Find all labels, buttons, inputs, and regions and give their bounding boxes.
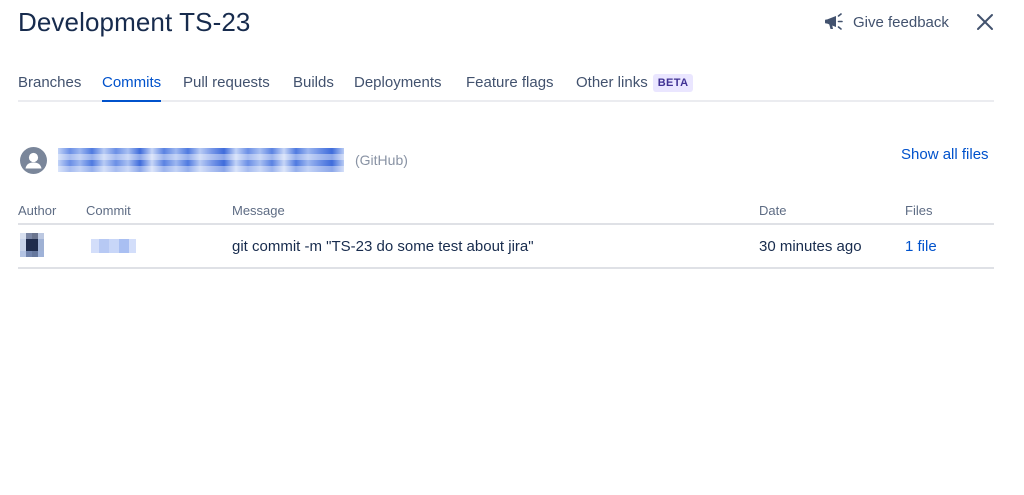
- tab-pull-requests[interactable]: Pull requests: [183, 74, 270, 100]
- files-link[interactable]: 1 file: [905, 238, 937, 255]
- commits-table: Author Commit Message Date Files git com…: [18, 200, 994, 269]
- show-all-files-link[interactable]: Show all files: [901, 146, 989, 163]
- tab-builds[interactable]: Builds: [293, 74, 334, 100]
- megaphone-icon: [824, 12, 846, 32]
- page-title: Development TS-23: [18, 7, 251, 37]
- author-avatar: [20, 233, 44, 257]
- column-header-date: Date: [759, 203, 787, 218]
- tab-branches[interactable]: Branches: [18, 74, 81, 100]
- tab-label: Branches: [18, 74, 82, 91]
- tab-label: Deployments: [354, 74, 442, 91]
- repository-name-link[interactable]: [58, 148, 344, 172]
- tab-other-links[interactable]: Other links BETA: [576, 74, 694, 100]
- tab-deployments[interactable]: Deployments: [354, 74, 442, 100]
- user-avatar-icon: [20, 147, 47, 174]
- tab-label: Other links: [576, 74, 648, 91]
- beta-badge: BETA: [652, 74, 694, 92]
- column-header-files: Files: [905, 203, 933, 218]
- repository-provider: (GitHub): [355, 152, 408, 168]
- column-header-commit: Commit: [86, 203, 131, 218]
- tab-label: Builds: [293, 74, 334, 91]
- give-feedback-button[interactable]: Give feedback: [824, 10, 949, 34]
- column-header-author: Author: [18, 203, 57, 218]
- table-header: Author Commit Message Date Files: [18, 200, 994, 225]
- close-icon: [974, 11, 996, 33]
- table-row: git commit -m "TS-23 do some test about …: [18, 225, 994, 269]
- column-header-message: Message: [232, 203, 285, 218]
- tab-bar: Branches Commits Pull requests Builds De…: [18, 70, 994, 102]
- tab-label: Commits: [102, 74, 162, 91]
- tab-feature-flags[interactable]: Feature flags: [466, 74, 554, 100]
- development-panel: Development TS-23 Give feedback Branches: [0, 0, 1024, 495]
- commit-date: 30 minutes ago: [759, 238, 862, 255]
- commit-hash-link[interactable]: [91, 239, 136, 253]
- commit-message: git commit -m "TS-23 do some test about …: [232, 238, 534, 255]
- tab-commits[interactable]: Commits: [102, 74, 162, 102]
- give-feedback-label: Give feedback: [853, 13, 949, 31]
- close-button[interactable]: [974, 11, 996, 33]
- tab-label: Feature flags: [466, 74, 554, 91]
- tab-label: Pull requests: [183, 74, 270, 91]
